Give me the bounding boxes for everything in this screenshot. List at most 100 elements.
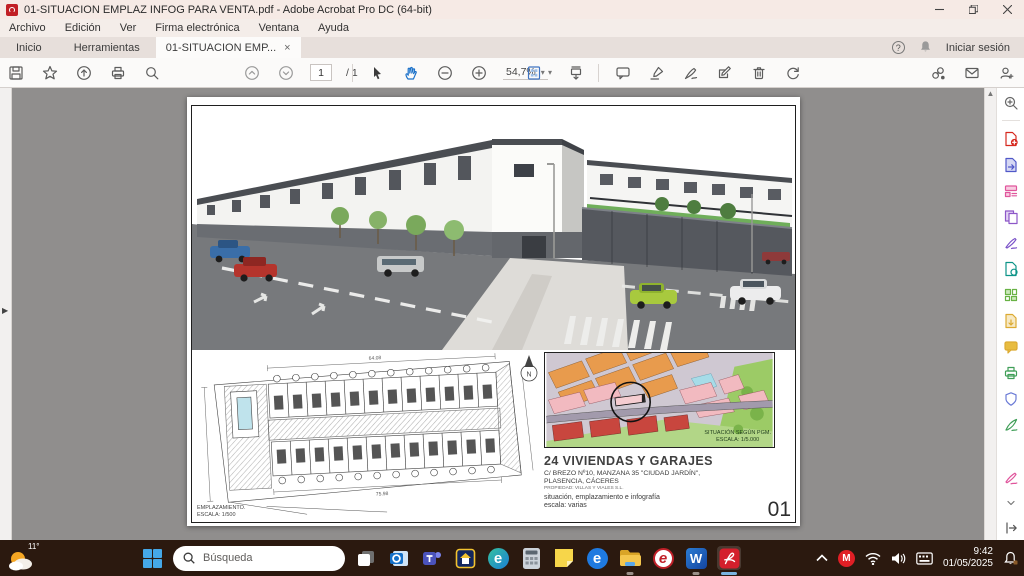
expand-panel-arrow-icon[interactable]: ▶ [2, 306, 8, 315]
redo-icon[interactable] [783, 63, 803, 83]
edge-icon[interactable]: e [486, 546, 510, 570]
security-app-icon[interactable] [453, 546, 477, 570]
mcafee-tray-icon[interactable]: M [838, 550, 855, 567]
comment-tool-icon[interactable] [1002, 338, 1019, 355]
weather-sun-cloud-icon [8, 549, 34, 573]
page-number-input[interactable] [310, 64, 332, 81]
star-favorites-icon[interactable] [40, 63, 60, 83]
menu-archivo[interactable]: Archivo [9, 22, 46, 34]
sign-in-button[interactable]: Iniciar sesión [946, 42, 1010, 54]
create-pdf-icon[interactable] [1002, 130, 1019, 147]
project-title: 24 VIVIENDAS Y GARAJES [544, 454, 793, 468]
tab-herramientas[interactable]: Herramientas [58, 37, 156, 58]
menu-edicion[interactable]: Edición [65, 22, 101, 34]
red-e-app-icon[interactable]: e [651, 546, 675, 570]
toolbar-divider [598, 64, 599, 82]
zoom-out-icon[interactable] [435, 63, 455, 83]
share-link-icon[interactable] [928, 63, 948, 83]
combine-files-icon[interactable] [1002, 208, 1019, 225]
open-indicator [693, 572, 700, 575]
menu-firma-electronica[interactable]: Firma electrónica [155, 22, 239, 34]
highlighter-icon[interactable] [647, 63, 667, 83]
previous-page-icon[interactable] [242, 63, 262, 83]
em-client-icon[interactable]: e [585, 546, 609, 570]
print-production-icon[interactable] [1002, 364, 1019, 381]
edit-pdf-icon[interactable] [1002, 182, 1019, 199]
vertical-scrollbar[interactable]: ▲ [984, 88, 996, 540]
more-tools-chevron-icon[interactable] [1002, 494, 1019, 511]
window-controls [922, 0, 1024, 19]
zoom-in-icon[interactable] [469, 63, 489, 83]
word-icon[interactable]: W [684, 546, 708, 570]
add-account-person-icon[interactable] [996, 63, 1016, 83]
tools-divider [1002, 120, 1020, 121]
search-icon[interactable] [142, 63, 162, 83]
outlook-icon[interactable] [387, 546, 411, 570]
chevron-down-icon[interactable]: ▾ [548, 68, 552, 77]
active-window-indicator [721, 572, 737, 575]
organize-pages-icon[interactable] [1002, 286, 1019, 303]
sign-tool-icon[interactable] [1002, 469, 1019, 486]
toolbar-annotate-group [598, 58, 803, 87]
scroll-up-arrow-icon[interactable]: ▲ [985, 88, 996, 100]
export-pdf-icon[interactable] [1002, 156, 1019, 173]
collapse-panel-icon[interactable] [1002, 519, 1019, 536]
tab-bar: Inicio Herramientas 01-SITUACION EMP... … [0, 37, 1024, 58]
print-icon[interactable] [108, 63, 128, 83]
map-caption-line2: ESCALA: 1/5.000 [704, 437, 771, 444]
page-display-icon[interactable] [524, 63, 544, 83]
minimize-button[interactable] [922, 0, 956, 19]
volume-icon[interactable] [891, 552, 906, 565]
site-plan: 64.08 75.98 N [193, 351, 541, 521]
taskbar-search-input[interactable] [203, 552, 323, 564]
clock[interactable]: 9:42 01/05/2025 [943, 546, 993, 571]
task-view-button[interactable] [354, 546, 378, 570]
save-icon[interactable] [6, 63, 26, 83]
next-page-icon[interactable] [276, 63, 296, 83]
plan-caption: EMPLAZAMIENTO. ESCALA: 1/500 [197, 505, 246, 519]
sticky-notes-icon[interactable] [552, 546, 576, 570]
menu-ver[interactable]: Ver [120, 22, 137, 34]
notifications-bell-icon[interactable] [919, 40, 932, 56]
map-caption: SITUACIÓN SEGÚN PGM. ESCALA: 1/5.000 [704, 430, 771, 444]
sign-pen-icon[interactable] [681, 63, 701, 83]
protect-shield-icon[interactable] [1002, 390, 1019, 407]
zoom-search-icon[interactable] [1002, 94, 1019, 111]
tab-inicio[interactable]: Inicio [0, 37, 58, 58]
fill-and-sign-icon[interactable] [715, 63, 735, 83]
menu-ayuda[interactable]: Ayuda [318, 22, 349, 34]
file-explorer-icon[interactable] [618, 546, 642, 570]
plan-dim-top: 64.08 [369, 355, 382, 362]
taskbar-search[interactable] [173, 546, 345, 571]
north-arrow: N [521, 355, 537, 381]
toolbar: / 1 54,7% ▾ ▾ [0, 58, 1024, 88]
trash-icon[interactable] [749, 63, 769, 83]
acrobat-taskbar-icon[interactable] [717, 546, 741, 570]
weather-widget[interactable]: 11° [8, 542, 50, 574]
comment-bubble-icon[interactable] [613, 63, 633, 83]
menu-bar: Archivo Edición Ver Firma electrónica Ve… [0, 19, 1024, 37]
teams-icon[interactable] [420, 546, 444, 570]
hand-tool-icon[interactable] [401, 63, 421, 83]
share-icon[interactable] [74, 63, 94, 83]
start-button[interactable] [140, 546, 164, 570]
notification-center-bell-icon[interactable] [1003, 551, 1018, 566]
scrolling-mode-icon[interactable] [566, 63, 586, 83]
tab-document[interactable]: 01-SITUACION EMP... × [156, 37, 301, 58]
select-cursor-icon[interactable] [367, 63, 387, 83]
compress-pdf-icon[interactable] [1002, 312, 1019, 329]
tab-close-icon[interactable]: × [284, 42, 290, 54]
menu-ventana[interactable]: Ventana [259, 22, 299, 34]
restore-button[interactable] [956, 0, 990, 19]
close-button[interactable] [990, 0, 1024, 19]
wifi-icon[interactable] [865, 552, 881, 565]
certificates-quill-icon[interactable] [1002, 416, 1019, 433]
help-icon[interactable]: ? [892, 41, 905, 54]
fill-and-sign-tool-icon[interactable] [1002, 234, 1019, 251]
document-area: 64.08 75.98 N [12, 88, 984, 540]
send-for-signature-icon[interactable] [1002, 260, 1019, 277]
touch-keyboard-icon[interactable] [916, 552, 933, 565]
email-envelope-icon[interactable] [962, 63, 982, 83]
calculator-icon[interactable] [519, 546, 543, 570]
hidden-icons-chevron[interactable] [816, 554, 828, 562]
